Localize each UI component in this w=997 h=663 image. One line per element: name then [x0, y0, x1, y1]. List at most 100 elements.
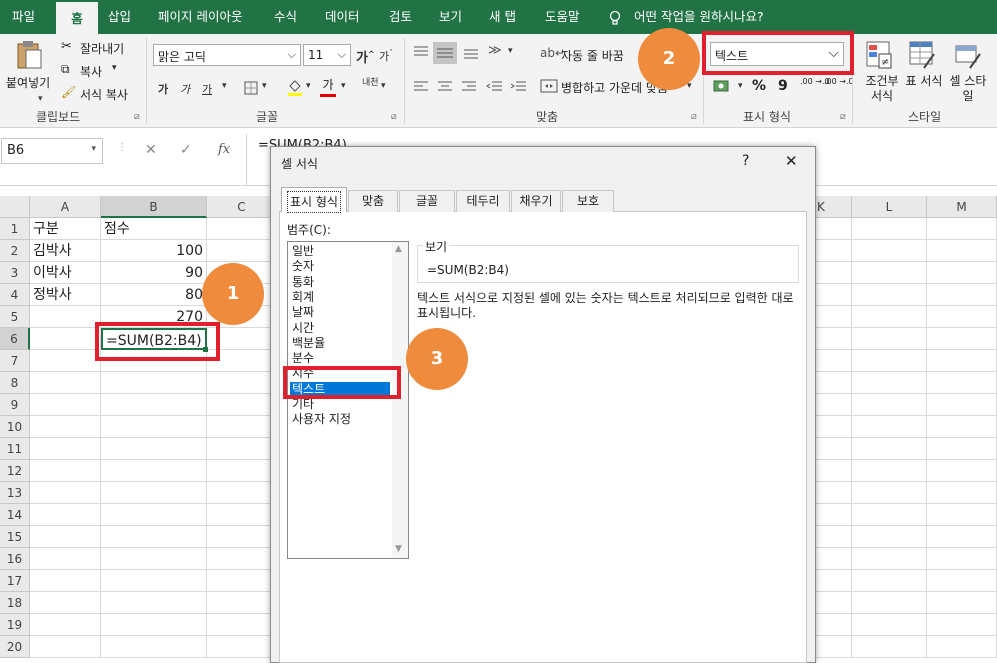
category-item[interactable]: 기타	[292, 397, 314, 411]
row-header[interactable]: 13	[0, 482, 30, 504]
grid-cell[interactable]	[207, 548, 277, 570]
row-header[interactable]: 3	[0, 262, 30, 284]
italic-button[interactable]: 가	[180, 81, 190, 97]
brush-icon[interactable]: 🖌	[61, 85, 76, 99]
grid-cell[interactable]	[30, 438, 101, 460]
grid-cell[interactable]	[852, 240, 927, 262]
grid-cell[interactable]	[815, 262, 852, 284]
grid-cell[interactable]	[101, 482, 207, 504]
dialog-launcher-icon[interactable]: ⧄	[134, 112, 140, 122]
grid-cell[interactable]	[815, 416, 852, 438]
grid-cell[interactable]	[927, 394, 997, 416]
grid-cell[interactable]	[852, 284, 927, 306]
close-button[interactable]: ✕	[785, 152, 798, 170]
wrap-text-button[interactable]: 자동 줄 바꿈	[561, 47, 624, 64]
row-header[interactable]: 1	[0, 218, 30, 240]
grid-cell[interactable]	[852, 526, 927, 548]
grid-cell[interactable]	[207, 614, 277, 636]
grid-cell[interactable]	[30, 504, 101, 526]
tab-page-layout[interactable]: 페이지 레이아웃	[158, 0, 242, 34]
grid-cell[interactable]	[927, 636, 997, 658]
grid-cell[interactable]	[30, 526, 101, 548]
grid-cell[interactable]	[815, 570, 852, 592]
tab-fill[interactable]: 채우기	[511, 190, 561, 212]
insert-function-button[interactable]: fx	[218, 142, 230, 157]
align-top-icon[interactable]	[412, 44, 430, 63]
grid-cell[interactable]	[207, 416, 277, 438]
cancel-button[interactable]: ✕	[145, 142, 157, 158]
grid-cell[interactable]	[815, 636, 852, 658]
chevron-down-icon[interactable]: ▾	[508, 46, 513, 56]
align-middle-icon[interactable]	[433, 42, 457, 64]
name-box[interactable]: B6 ▾	[1, 138, 103, 164]
column-header[interactable]: M	[927, 196, 997, 218]
grid-cell[interactable]	[30, 460, 101, 482]
grid-cell[interactable]	[101, 438, 207, 460]
grid-cell[interactable]	[815, 350, 852, 372]
grid-cell[interactable]	[815, 548, 852, 570]
grid-cell[interactable]	[815, 284, 852, 306]
grid-cell[interactable]	[927, 438, 997, 460]
paste-icon[interactable]	[14, 40, 44, 73]
conditional-format-button[interactable]: 조건부 서식	[862, 74, 902, 104]
chevron-down-icon[interactable]: ▾	[38, 94, 43, 104]
row-header[interactable]: 6	[0, 328, 30, 350]
decrease-indent-icon[interactable]	[486, 80, 504, 97]
grid-cell[interactable]	[852, 218, 927, 240]
row-header[interactable]: 17	[0, 570, 30, 592]
grid-cell[interactable]	[815, 372, 852, 394]
chevron-up-icon[interactable]: ▲	[395, 244, 402, 254]
tab-help[interactable]: 도움말	[545, 0, 580, 34]
tab-new[interactable]: 새 탭	[489, 0, 516, 34]
grid-cell[interactable]	[927, 526, 997, 548]
tab-review[interactable]: 검토	[389, 0, 412, 34]
grid-cell[interactable]	[852, 548, 927, 570]
grid-cell[interactable]	[30, 394, 101, 416]
grid-cell[interactable]	[815, 394, 852, 416]
underline-button[interactable]: 가	[202, 81, 212, 97]
row-header[interactable]: 18	[0, 592, 30, 614]
grid-cell[interactable]	[207, 460, 277, 482]
row-header[interactable]: 7	[0, 350, 30, 372]
grid-cell[interactable]	[30, 636, 101, 658]
grid-cell[interactable]	[815, 328, 852, 350]
grid-cell[interactable]	[927, 306, 997, 328]
grid-cell[interactable]	[101, 592, 207, 614]
grid-cell[interactable]	[815, 306, 852, 328]
grid-cell[interactable]	[927, 240, 997, 262]
enter-button[interactable]: ✓	[180, 142, 192, 158]
grid-cell[interactable]	[852, 416, 927, 438]
category-item[interactable]: 일반	[292, 244, 314, 258]
chevron-down-icon[interactable]: ▾	[341, 81, 346, 91]
row-header[interactable]: 19	[0, 614, 30, 636]
grid-cell[interactable]	[815, 614, 852, 636]
bold-button[interactable]: 가	[158, 81, 168, 97]
category-list[interactable]: 일반 숫자 통화 회계 날짜 시간 백분율 분수 지수 텍스트 기타 사용자 지정 ▲ ▼	[287, 241, 409, 559]
grid-cell[interactable]	[815, 504, 852, 526]
phonetic-button[interactable]: 내천	[362, 78, 379, 88]
column-header[interactable]: B	[101, 196, 207, 218]
row-header[interactable]: 5	[0, 306, 30, 328]
percent-button[interactable]: %	[752, 78, 766, 94]
grid-cell[interactable]	[927, 592, 997, 614]
grid-cell[interactable]	[927, 548, 997, 570]
category-item[interactable]: 날짜	[292, 305, 314, 319]
cell-B2[interactable]: 100	[101, 240, 207, 262]
comma-button[interactable]: 9	[778, 78, 788, 94]
chevron-down-icon[interactable]: ▾	[222, 81, 227, 91]
increase-indent-icon[interactable]	[510, 80, 528, 97]
grid-cell[interactable]	[852, 306, 927, 328]
tab-formulas[interactable]: 수식	[274, 0, 297, 34]
grid-cell[interactable]	[207, 218, 277, 240]
grid-cell[interactable]	[852, 350, 927, 372]
grid-cell[interactable]	[852, 504, 927, 526]
increase-decimal-button[interactable]: .00 →.0	[800, 77, 830, 86]
column-header[interactable]: C	[207, 196, 277, 218]
grid-cell[interactable]	[927, 262, 997, 284]
font-name-combo[interactable]: 맑은 고딕 ⌵	[153, 44, 301, 66]
grid-cell[interactable]	[101, 570, 207, 592]
row-header[interactable]: 8	[0, 372, 30, 394]
copy-icon[interactable]: ⧉	[61, 62, 70, 77]
fill-color-icon[interactable]	[287, 78, 303, 99]
grid-cell[interactable]	[815, 240, 852, 262]
